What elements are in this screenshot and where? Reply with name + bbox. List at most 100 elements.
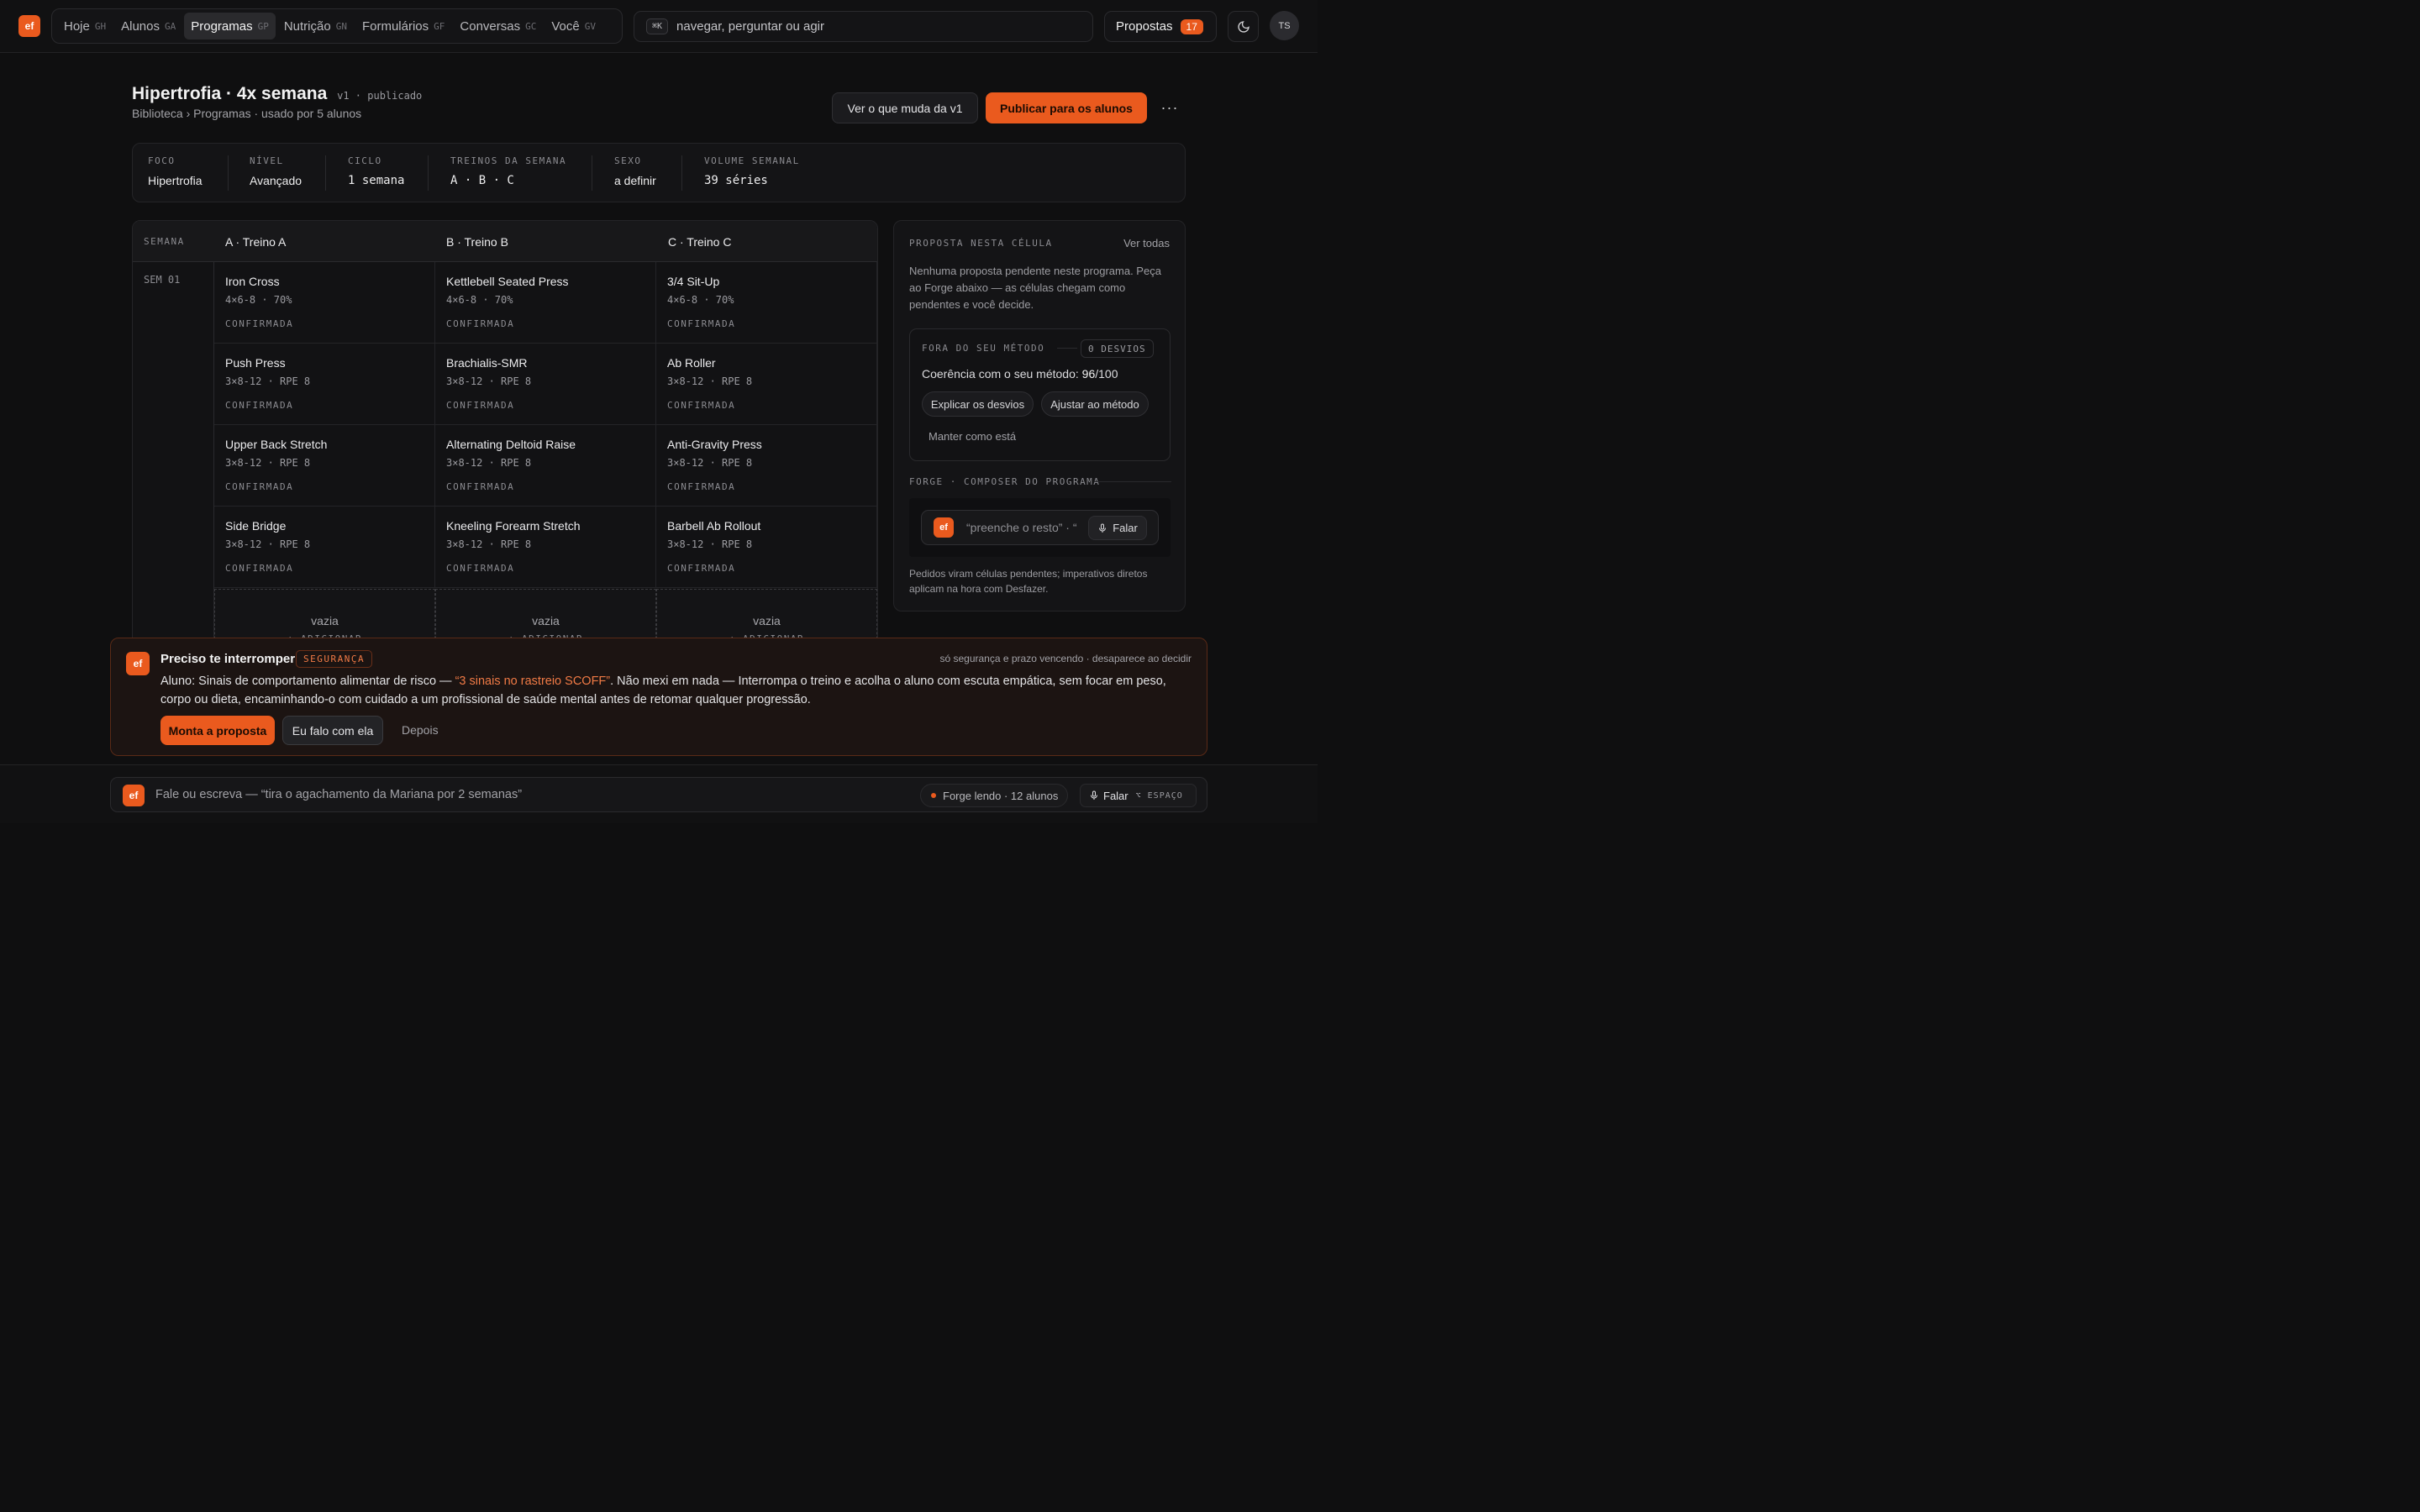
grid-header: SEMANA A · Treino A B · Treino B C · Tre… [133, 221, 877, 262]
proposals-label: Propostas [1116, 19, 1173, 34]
nav-item-1[interactable]: Alunos GA [114, 13, 182, 39]
program-grid: SEMANA A · Treino A B · Treino B C · Tre… [132, 220, 878, 657]
nav-item-5[interactable]: Conversas GC [453, 13, 543, 39]
exercise-cell[interactable]: 3/4 Sit-Up 4×6-8 · 70% CONFIRMADA [656, 262, 877, 344]
divider [228, 155, 229, 191]
program-stats: FOCO Hipertrofia NÍVEL Avançado CICLO 1 seman… [132, 143, 1186, 202]
nav-item-6[interactable]: Você GV [544, 13, 602, 39]
nav-item-4[interactable]: Formulários GF [355, 13, 451, 39]
more-options-icon[interactable]: ··· [1160, 97, 1180, 118]
build-proposal-button[interactable]: Monta a proposta [160, 716, 275, 745]
exercise-cell[interactable]: Kneeling Forearm Stretch 3×8-12 · RPE 8 CO… [435, 507, 656, 588]
forge-input[interactable]: ef Fale ou escreva — “tira o agachamento… [110, 777, 1207, 812]
exercise-cell[interactable]: Ab Roller 3×8-12 · RPE 8 CONFIRMADA [656, 344, 877, 425]
command-shortcut: ⌘K [646, 18, 669, 34]
exercise-name: Side Bridge [225, 519, 287, 533]
column-header-c[interactable]: C · Treino C [668, 235, 731, 249]
exercise-cell[interactable]: Brachialis-SMR 3×8-12 · RPE 8 CONFIRMADA [435, 344, 656, 425]
composer-area: ef “preenche o resto” · “ Falar [909, 498, 1171, 557]
exercise-cell[interactable]: Barbell Ab Rollout 3×8-12 · RPE 8 CONFIRMA… [656, 507, 877, 588]
forge-logo: ef [123, 785, 145, 806]
nav-item-label: Hoje [64, 18, 90, 34]
stat-label: NÍVEL [250, 155, 284, 166]
empty-cell-label: vazia [753, 614, 781, 627]
exercise-status: CONFIRMADA [225, 318, 294, 329]
exercise-name: Brachialis-SMR [446, 356, 528, 370]
exercise-status: CONFIRMADA [667, 400, 736, 411]
nav-item-3[interactable]: Nutrição GN [277, 13, 354, 39]
nav-item-label: Formulários [361, 18, 429, 34]
stat-value: Avançado [250, 174, 302, 187]
program-version: v1 · publicado [337, 90, 423, 102]
forge-input-placeholder: Fale ou escreva — “tira o agachamento da… [155, 788, 523, 801]
nav-item-label: Você [551, 18, 580, 34]
exercise-name: Upper Back Stretch [225, 438, 328, 451]
exercise-name: 3/4 Sit-Up [667, 275, 720, 288]
exercise-cell[interactable]: Iron Cross 4×6-8 · 70% CONFIRMADA [214, 262, 435, 344]
exercise-cell[interactable]: Anti-Gravity Press 3×8-12 · RPE 8 CONFIRMA… [656, 425, 877, 507]
exercise-status: CONFIRMADA [446, 318, 515, 329]
nav-item-0[interactable]: Hoje GH [57, 13, 113, 39]
exercise-cell[interactable]: Side Bridge 3×8-12 · RPE 8 CONFIRMADA [214, 507, 435, 588]
exercise-name: Anti-Gravity Press [667, 438, 762, 451]
speak-label: Falar [1113, 522, 1138, 534]
user-avatar[interactable]: TS [1270, 11, 1299, 40]
speak-button[interactable]: Falar ⌥ ESPAÇO [1080, 784, 1197, 807]
publish-button[interactable]: Publicar para os alunos [986, 92, 1147, 123]
stat-label: SEXO [614, 155, 642, 166]
proposals-count-badge: 17 [1180, 18, 1203, 34]
exercise-status: CONFIRMADA [225, 481, 294, 492]
stat-5: VOLUME SEMANAL 39 séries [704, 144, 800, 202]
command-bar[interactable]: ⌘K navegar, perguntar ou agir [634, 11, 1093, 42]
command-placeholder: navegar, perguntar ou agir [676, 19, 825, 34]
alert-highlight[interactable]: “3 sinais no rastreio SCOFF” [455, 675, 611, 688]
diff-button[interactable]: Ver o que muda da v1 [832, 92, 978, 123]
program-title: Hipertrofia · 4x semana [132, 84, 328, 103]
exercise-cell[interactable]: Alternating Deltoid Raise 3×8-12 · RPE 8 C… [435, 425, 656, 507]
proposals-button[interactable]: Propostas 17 [1104, 11, 1217, 42]
later-button[interactable]: Depois [402, 723, 439, 737]
divider [1057, 348, 1077, 349]
panel-description: Nenhuma proposta pendente neste programa… [909, 265, 1161, 311]
adjust-method-button[interactable]: Ajustar ao método [1041, 391, 1149, 417]
microphone-icon [1091, 790, 1097, 800]
alert-meta: só segurança e prazo vencendo · desapare… [939, 653, 1192, 664]
forge-status[interactable]: Forge lendo · 12 alunos [920, 784, 1068, 807]
speak-button[interactable]: Falar [1088, 516, 1147, 540]
theme-toggle-button[interactable] [1228, 11, 1259, 42]
stat-1: NÍVEL Avançado [250, 144, 302, 202]
exercise-prescription: 3×8-12 · RPE 8 [225, 538, 311, 550]
nav-item-shortcut: GA [164, 20, 176, 32]
column-header-a[interactable]: A · Treino A [225, 235, 286, 249]
exercise-status: CONFIRMADA [446, 400, 515, 411]
keep-as-is-button[interactable]: Manter como está [929, 430, 1016, 443]
stat-2: CICLO 1 semana [348, 144, 404, 202]
composer-input[interactable]: ef “preenche o resto” · “ Falar [921, 510, 1159, 545]
column-header-b[interactable]: B · Treino B [446, 235, 508, 249]
composer-placeholder: “preenche o resto” · “ [966, 521, 1077, 534]
alert-message: Aluno: Sinais de comportamento alimentar… [160, 675, 1166, 706]
app-logo[interactable]: ef [18, 15, 40, 37]
stat-label: CICLO [348, 155, 382, 166]
stat-value: Hipertrofia [148, 174, 203, 187]
top-bar: ef Hoje GH Alunos GA Programas GP Nutrição GN Fo… [0, 0, 1318, 53]
method-heading: FORA DO SEU MÉTODO [922, 343, 1045, 354]
exercise-cell[interactable]: Push Press 3×8-12 · RPE 8 CONFIRMADA [214, 344, 435, 425]
explain-deviations-button[interactable]: Explicar os desvios [922, 391, 1034, 417]
exercise-name: Kneeling Forearm Stretch [446, 519, 581, 533]
stat-value: A · B · C [450, 174, 514, 187]
exercise-cell[interactable]: Kettlebell Seated Press 4×6-8 · 70% CONFIR… [435, 262, 656, 344]
see-all-link[interactable]: Ver todas [1123, 237, 1170, 249]
stat-value: 39 séries [704, 174, 768, 187]
stat-label: VOLUME SEMANAL [704, 155, 800, 166]
exercise-prescription: 3×8-12 · RPE 8 [667, 375, 753, 387]
exercise-cell[interactable]: Upper Back Stretch 3×8-12 · RPE 8 CONFIRMA… [214, 425, 435, 507]
exercise-name: Barbell Ab Rollout [667, 519, 761, 533]
nav-item-2[interactable]: Programas GP [184, 13, 276, 39]
main-nav: Hoje GH Alunos GA Programas GP Nutrição GN Formu… [51, 8, 623, 44]
speak-shortcut: ⌥ ESPAÇO [1135, 790, 1183, 801]
talk-to-her-button[interactable]: Eu falo com ela [282, 716, 383, 745]
nav-item-shortcut: GF [434, 20, 445, 32]
exercise-name: Push Press [225, 356, 286, 370]
stat-4: SEXO a definir [614, 144, 656, 202]
